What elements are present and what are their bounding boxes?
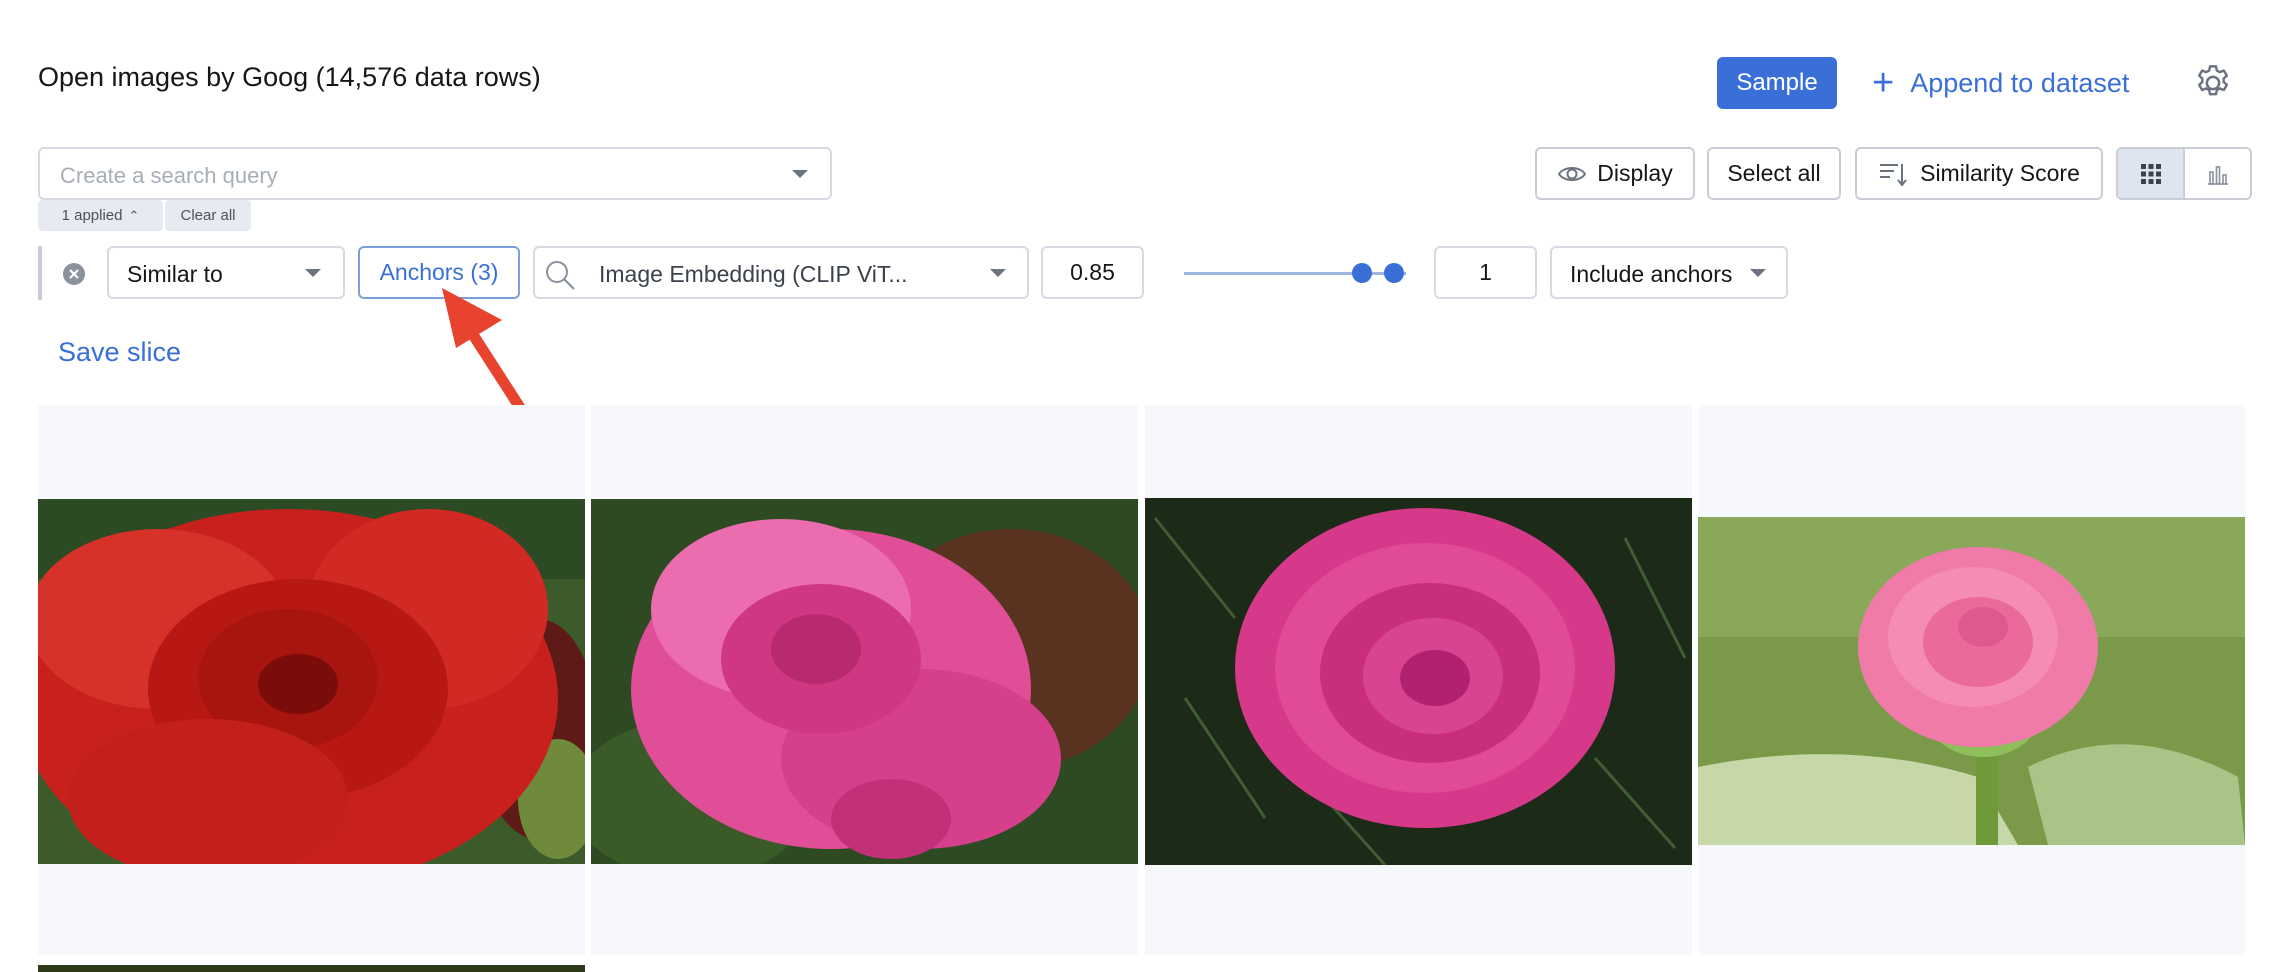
sort-descending-icon <box>1880 163 1907 187</box>
display-label: Display <box>1597 160 1673 186</box>
chevron-down-icon <box>792 170 808 178</box>
sort-button[interactable]: Similarity Score <box>1855 147 2103 200</box>
operator-value: Similar to <box>127 261 223 287</box>
chevron-down-icon <box>990 269 1006 277</box>
bar-chart-icon <box>2207 165 2228 185</box>
select-all-button[interactable]: Select all <box>1707 147 1841 200</box>
include-anchors-select[interactable]: Include anchors <box>1550 246 1788 299</box>
threshold-input[interactable]: 0.85 <box>1041 246 1144 299</box>
view-mode-toggle <box>2116 147 2252 200</box>
rose-image <box>1145 498 1692 865</box>
grid-view-button[interactable] <box>2118 149 2185 198</box>
embedding-select[interactable]: Image Embedding (CLIP ViT... <box>533 246 1029 299</box>
search-query-input[interactable]: Create a search query <box>38 147 832 200</box>
chevron-down-icon <box>1750 269 1766 277</box>
rose-image <box>1698 517 2245 845</box>
include-value: Include anchors <box>1570 261 1733 287</box>
page-title: Open images by Goog (14,576 data rows) <box>38 62 541 92</box>
eye-icon <box>1558 166 1587 181</box>
top-k-input[interactable]: 1 <box>1434 246 1537 299</box>
chevron-up-icon: ⌃ <box>128 207 140 223</box>
rose-image <box>38 499 585 864</box>
remove-filter-icon[interactable] <box>62 262 86 286</box>
plus-icon: + <box>1872 62 1895 104</box>
sort-label: Similarity Score <box>1920 160 2080 186</box>
slider-track <box>1184 272 1406 275</box>
display-button[interactable]: Display <box>1535 147 1695 200</box>
image-card[interactable] <box>38 965 585 972</box>
chevron-down-icon <box>305 269 321 277</box>
gear-icon[interactable] <box>2192 62 2234 104</box>
image-card[interactable] <box>1698 405 2245 955</box>
operator-select[interactable]: Similar to <box>107 246 345 299</box>
grid-icon <box>2140 163 2161 184</box>
applied-label: 1 applied <box>61 207 123 224</box>
image-card[interactable] <box>591 405 1138 955</box>
slider-handle-min[interactable] <box>1352 263 1372 283</box>
filter-indicator-bar <box>38 246 42 300</box>
image-card[interactable] <box>38 405 585 955</box>
append-to-dataset-button[interactable]: + Append to dataset <box>1872 57 2129 109</box>
save-slice-link[interactable]: Save slice <box>58 337 181 368</box>
sample-button[interactable]: Sample <box>1717 57 1837 109</box>
threshold-slider[interactable] <box>1184 262 1406 284</box>
append-label: Append to dataset <box>1910 67 2130 98</box>
chart-view-button[interactable] <box>2185 149 2250 198</box>
clear-all-button[interactable]: Clear all <box>165 200 251 231</box>
applied-filters-chip[interactable]: 1 applied ⌃ <box>38 200 163 231</box>
image-card[interactable] <box>1145 405 1692 955</box>
slider-handle-max[interactable] <box>1384 263 1404 283</box>
search-icon <box>546 261 575 290</box>
rose-image <box>591 499 1138 864</box>
search-placeholder: Create a search query <box>60 163 278 188</box>
embedding-value: Image Embedding (CLIP ViT... <box>599 261 908 287</box>
